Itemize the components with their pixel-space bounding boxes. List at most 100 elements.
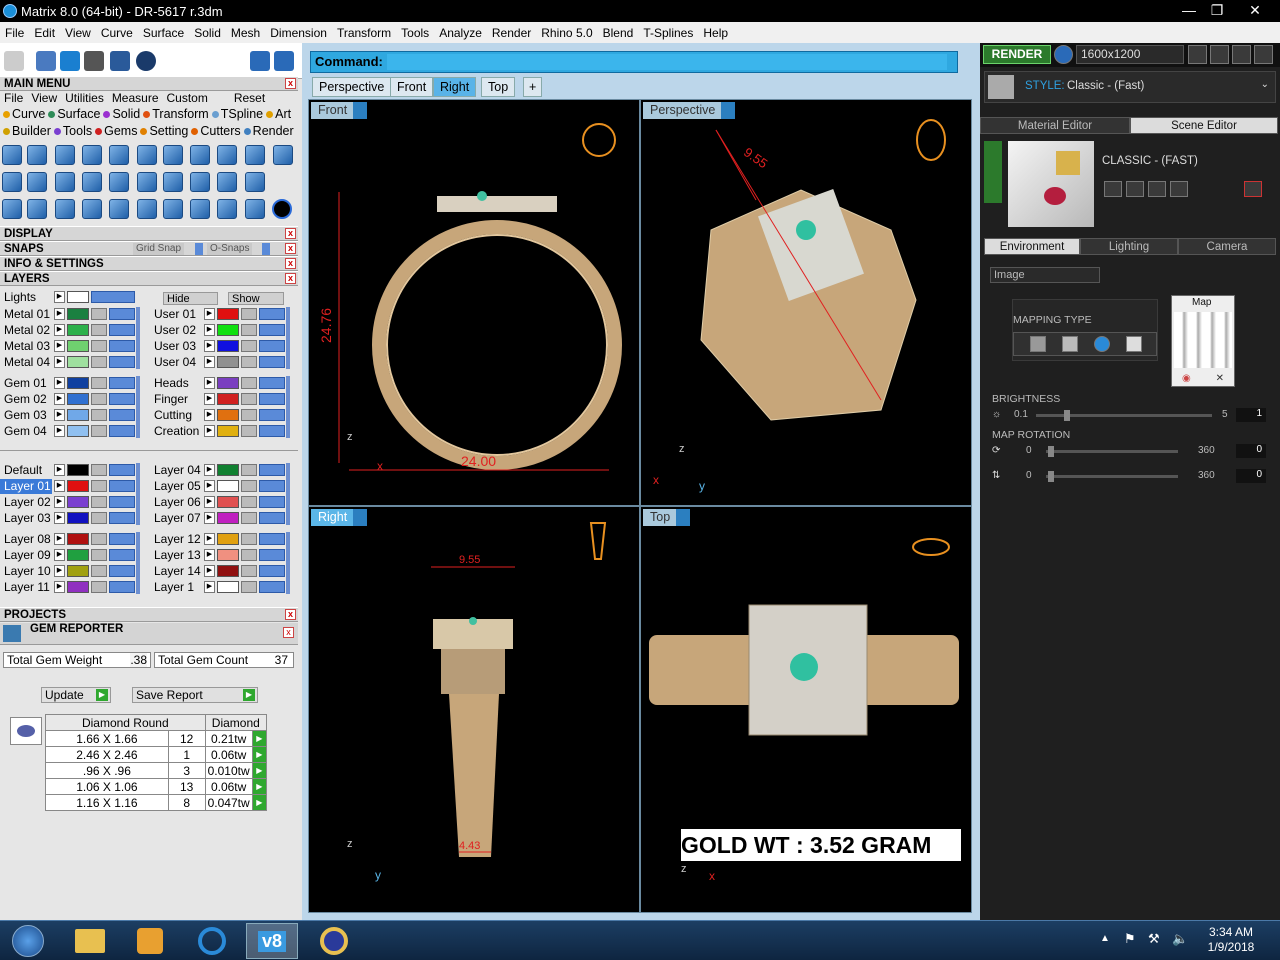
tab-camera[interactable]: Camera bbox=[1178, 238, 1276, 255]
expand-arrow-icon[interactable]: ▶ bbox=[54, 324, 65, 336]
volume-icon[interactable]: 🔈 bbox=[1172, 931, 1188, 947]
planar-map-icon[interactable] bbox=[1030, 336, 1046, 352]
play-icon[interactable]: ▶ bbox=[251, 762, 268, 779]
brightness-value[interactable]: 1 bbox=[1236, 408, 1266, 422]
menu-blend[interactable]: Blend bbox=[598, 26, 639, 40]
expand-arrow-icon[interactable]: ▶ bbox=[54, 549, 65, 561]
mm-utilities[interactable]: Utilities bbox=[61, 91, 108, 107]
action-center-icon[interactable]: ⚑ bbox=[1124, 931, 1136, 947]
expand-arrow-icon[interactable]: ▶ bbox=[54, 340, 65, 352]
category-builder[interactable]: Builder bbox=[12, 124, 51, 138]
expand-arrow-icon[interactable]: ▶ bbox=[204, 340, 215, 352]
layer-visibility-toggle[interactable] bbox=[259, 480, 285, 492]
layer-row[interactable]: Layer 09 ▶ bbox=[0, 548, 140, 563]
tool-icon[interactable] bbox=[245, 145, 265, 165]
grid-view-icon[interactable] bbox=[1254, 45, 1273, 64]
rewind-icon[interactable] bbox=[1188, 45, 1207, 64]
layer-row[interactable]: Layer 08 ▶ bbox=[0, 532, 140, 547]
table-row[interactable]: 1.06 X 1.06 13 0.06tw ▶ bbox=[45, 778, 268, 795]
layer-color-swatch[interactable] bbox=[217, 356, 239, 368]
expand-arrow-icon[interactable]: ▶ bbox=[204, 377, 215, 389]
expand-arrow-icon[interactable]: ▶ bbox=[54, 393, 65, 405]
expand-arrow-icon[interactable]: ▶ bbox=[54, 409, 65, 421]
minimize-button[interactable]: — bbox=[1174, 0, 1204, 20]
lock-icon[interactable] bbox=[241, 581, 257, 593]
style-selector[interactable]: STYLE: Classic - (Fast) ⌄ bbox=[984, 71, 1276, 103]
tool-icon[interactable] bbox=[190, 145, 210, 165]
menu-curve[interactable]: Curve bbox=[96, 26, 138, 40]
update-button[interactable]: Update ▶ bbox=[41, 687, 111, 703]
ring-app-icon[interactable] bbox=[308, 923, 360, 959]
expand-arrow-icon[interactable]: ▶ bbox=[54, 581, 65, 593]
clock[interactable]: 3:34 AM 1/9/2018 bbox=[1196, 925, 1266, 955]
grid-snap-toggle[interactable]: Grid Snap bbox=[133, 243, 185, 255]
layer-visibility-toggle[interactable] bbox=[109, 356, 135, 368]
forward-arrow-icon[interactable] bbox=[274, 51, 294, 71]
layer-row[interactable]: Layer 01 ▶ bbox=[0, 479, 140, 494]
table-row[interactable]: 1.16 X 1.16 8 0.047tw ▶ bbox=[45, 794, 268, 811]
category-surface[interactable]: Surface bbox=[57, 107, 100, 121]
layer-visibility-toggle[interactable] bbox=[109, 308, 135, 320]
file-explorer-icon[interactable] bbox=[64, 923, 116, 959]
lock-icon[interactable] bbox=[91, 377, 107, 389]
tool-icon[interactable] bbox=[2, 199, 22, 219]
layer-visibility-toggle[interactable] bbox=[259, 533, 285, 545]
layer-row[interactable]: Layer 07 ▶ bbox=[150, 511, 290, 526]
tab-material-editor[interactable]: Material Editor bbox=[980, 117, 1130, 134]
expand-arrow-icon[interactable]: ▶ bbox=[204, 324, 215, 336]
tool-icon[interactable] bbox=[245, 172, 265, 192]
layer-row[interactable]: Default ▶ bbox=[0, 463, 140, 478]
tool-icon[interactable] bbox=[163, 199, 183, 219]
layer-row[interactable]: Layer 04 ▶ bbox=[150, 463, 290, 478]
layer-color-swatch[interactable] bbox=[217, 425, 239, 437]
expand-arrow-icon[interactable]: ▶ bbox=[204, 549, 215, 561]
media-player-icon[interactable] bbox=[124, 923, 176, 959]
layer-color-swatch[interactable] bbox=[67, 581, 89, 593]
lock-icon[interactable] bbox=[241, 340, 257, 352]
layer-visibility-toggle[interactable] bbox=[109, 533, 135, 545]
close-icon[interactable]: x bbox=[285, 228, 296, 239]
open-folder-icon[interactable] bbox=[110, 51, 130, 71]
axes-icon[interactable] bbox=[36, 51, 56, 71]
layer-color-swatch[interactable] bbox=[67, 291, 89, 303]
layer-visibility-toggle[interactable] bbox=[259, 324, 285, 336]
expand-arrow-icon[interactable]: ▶ bbox=[204, 581, 215, 593]
layer-color-swatch[interactable] bbox=[217, 533, 239, 545]
color-picker-icon[interactable]: ◉ bbox=[1182, 373, 1191, 384]
lock-icon[interactable] bbox=[241, 324, 257, 336]
lock-icon[interactable] bbox=[91, 581, 107, 593]
refresh-icon[interactable] bbox=[1244, 181, 1262, 197]
close-icon[interactable]: x bbox=[285, 78, 296, 89]
close-icon[interactable]: x bbox=[285, 258, 296, 269]
layer-row[interactable]: Layer 02 ▶ bbox=[0, 495, 140, 510]
expand-arrow-icon[interactable]: ▶ bbox=[204, 512, 215, 524]
snaps-header[interactable]: SNAPS Grid Snap O-Snaps x bbox=[0, 241, 298, 256]
layer-color-swatch[interactable] bbox=[67, 409, 89, 421]
layer-row[interactable]: Layer 06 ▶ bbox=[150, 495, 290, 510]
layer-visibility-toggle[interactable] bbox=[109, 409, 135, 421]
menu-analyze[interactable]: Analyze bbox=[434, 26, 487, 40]
expand-arrow-icon[interactable]: ▶ bbox=[204, 356, 215, 368]
tab-scene-editor[interactable]: Scene Editor bbox=[1130, 117, 1278, 134]
layer-color-swatch[interactable] bbox=[217, 480, 239, 492]
close-icon[interactable]: x bbox=[285, 273, 296, 284]
export-icon[interactable] bbox=[1148, 181, 1166, 197]
back-arrow-icon[interactable] bbox=[250, 51, 270, 71]
play-icon[interactable]: ▶ bbox=[251, 746, 268, 763]
layer-visibility-toggle[interactable] bbox=[259, 409, 285, 421]
menu-dimension[interactable]: Dimension bbox=[265, 26, 332, 40]
category-curve[interactable]: Curve bbox=[12, 107, 45, 121]
layer-visibility-toggle[interactable] bbox=[109, 581, 135, 593]
front-viewport[interactable]: Front 24.76 24.00 z x bbox=[308, 99, 640, 506]
layer-row[interactable]: Creation ▶ bbox=[150, 424, 290, 439]
command-input[interactable] bbox=[387, 54, 947, 70]
layer-row[interactable]: User 04 ▶ bbox=[150, 355, 290, 370]
layer-visibility-toggle[interactable] bbox=[109, 464, 135, 476]
category-render[interactable]: Render bbox=[253, 124, 294, 138]
clear-map-icon[interactable]: ✕ bbox=[1216, 373, 1224, 384]
expand-arrow-icon[interactable]: ▶ bbox=[54, 377, 65, 389]
category-transform[interactable]: Transform bbox=[152, 107, 209, 121]
lock-icon[interactable] bbox=[241, 308, 257, 320]
layer-visibility-toggle[interactable] bbox=[259, 565, 285, 577]
mm-file[interactable]: File bbox=[0, 91, 27, 107]
